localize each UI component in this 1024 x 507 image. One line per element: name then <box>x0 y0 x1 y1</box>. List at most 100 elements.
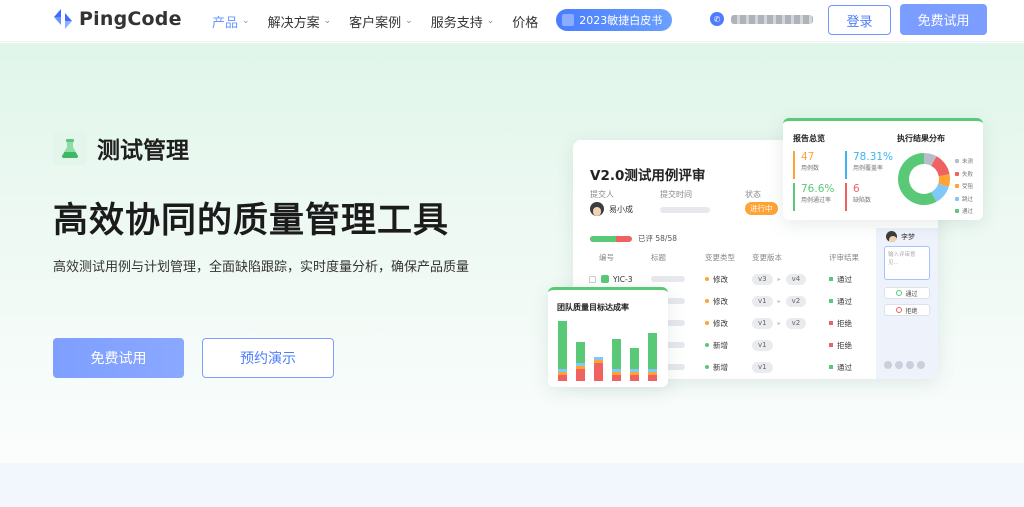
legend-swatch <box>955 196 959 201</box>
menu-item-label: 服务支持 <box>430 15 483 31</box>
toolbar-dot[interactable] <box>917 361 925 369</box>
legend-label: 失败 <box>962 171 974 178</box>
free-trial-button[interactable]: 免费试用 <box>53 338 184 378</box>
distribution-title: 执行结果分布 <box>897 134 945 143</box>
version-pill: v1 <box>752 317 773 329</box>
approve-label: 通过 <box>905 290 918 298</box>
row-change-type: 修改 <box>705 273 728 285</box>
login-button[interactable]: 登录 <box>828 5 891 35</box>
menu-item-2[interactable]: 客户案例 ⌄ <box>349 12 413 31</box>
reject-label: 拒绝 <box>905 307 918 315</box>
row-title <box>651 273 685 285</box>
change-type-text: 修改 <box>713 318 728 328</box>
flask-icon <box>53 131 87 165</box>
row-checkbox[interactable] <box>589 275 596 283</box>
submitter-label: 提交人 <box>590 190 614 199</box>
submit-time-placeholder <box>660 207 710 213</box>
legend-item: 失败 <box>955 168 973 181</box>
row-result: 通过 <box>829 361 852 373</box>
menu-item-3[interactable]: 服务支持 ⌄ <box>431 12 495 31</box>
result-text: 拒绝 <box>837 340 852 350</box>
row-versions: v1 ▸ v2 <box>752 317 807 329</box>
version-pill: v1 <box>752 339 773 351</box>
change-type-text: 修改 <box>713 274 728 284</box>
version-pill: v1 <box>752 361 773 373</box>
quality-bar <box>576 342 585 381</box>
document-icon <box>562 14 575 26</box>
change-dot <box>705 343 709 347</box>
legend-swatch <box>955 159 959 164</box>
stat-value: 6 <box>853 183 860 195</box>
change-dot <box>705 321 709 325</box>
product-name: 测试管理 <box>97 138 189 164</box>
review-progress: 已评 58/58 <box>590 233 677 244</box>
approve-button[interactable]: 通过 <box>884 287 930 299</box>
bar-segment <box>648 333 657 369</box>
menu-item-4[interactable]: 价格 <box>512 12 538 31</box>
review-side-panel: 李梦 输入评审意见... 通过 拒绝 <box>876 228 938 379</box>
pingcode-logo[interactable]: PingCode <box>52 8 182 30</box>
legend-item: 跳过 <box>955 193 973 206</box>
status-label: 状态 <box>745 190 761 199</box>
change-type-text: 新增 <box>713 340 728 350</box>
row-versions: v1 ▸ v2 <box>752 295 807 307</box>
legend-item: 通过 <box>955 205 973 218</box>
stat-label: 用例通过率 <box>801 197 832 204</box>
result-marker <box>829 365 833 369</box>
test-case-icon <box>601 275 609 283</box>
bar-segment <box>612 339 621 369</box>
result-text: 拒绝 <box>837 318 852 328</box>
change-type-text: 修改 <box>713 296 728 306</box>
bar-segment <box>558 375 567 381</box>
reviewer-avatar <box>886 231 897 242</box>
book-demo-button[interactable]: 预约演示 <box>202 338 334 378</box>
stat-value: 78.31% <box>853 151 894 163</box>
review-comment-input[interactable]: 输入评审意见... <box>884 246 930 280</box>
submit-time-label: 提交时间 <box>660 190 692 199</box>
toolbar-dot[interactable] <box>884 361 892 369</box>
result-marker <box>829 343 833 347</box>
bar-segment <box>630 375 639 381</box>
quality-bar <box>648 333 657 381</box>
chevron-down-icon: ⌄ <box>242 16 250 26</box>
result-text: 通过 <box>837 296 852 306</box>
nav-free-trial-button[interactable]: 免费试用 <box>900 4 987 35</box>
row-result: 通过 <box>829 295 852 307</box>
phone-icon: ✆ <box>710 12 724 26</box>
menu-item-0[interactable]: 产品 ⌄ <box>212 12 250 31</box>
submitter-name: 易小成 <box>609 204 633 214</box>
column-header: 编号 <box>599 253 614 262</box>
whitepaper-badge[interactable]: 2023敏捷白皮书 <box>556 9 673 31</box>
review-title: V2.0测试用例评审 <box>590 168 706 184</box>
quality-bar <box>594 357 603 381</box>
menu-item-1[interactable]: 解决方案 ⌄ <box>268 12 332 31</box>
arrow-right-icon: ▸ <box>777 275 781 283</box>
row-result: 拒绝 <box>829 317 852 329</box>
hero-headline: 高效协同的质量管理工具 <box>53 201 450 241</box>
contact-phone[interactable]: ✆ redacted <box>710 12 813 26</box>
whitepaper-label: 2023敏捷白皮书 <box>579 14 663 27</box>
change-type-text: 新增 <box>713 362 728 372</box>
submitter: 易小成 <box>590 202 633 216</box>
arrow-right-icon: ▸ <box>777 297 781 305</box>
reject-button[interactable]: 拒绝 <box>884 304 930 316</box>
version-pill: v2 <box>785 317 807 329</box>
bar-segment <box>594 363 603 381</box>
chevron-down-icon: ⌄ <box>323 16 332 26</box>
change-dot <box>705 365 709 369</box>
stat-tile: 6 缺陷数 <box>845 183 891 211</box>
toolbar-dot[interactable] <box>895 361 903 369</box>
chevron-down-icon: ⌄ <box>405 16 413 26</box>
row-change-type: 新增 <box>705 361 728 373</box>
menu-item-label: 价格 <box>512 15 539 31</box>
version-pill: v1 <box>752 295 773 307</box>
menu-item-label: 产品 <box>212 15 239 31</box>
version-pill: v3 <box>752 273 773 285</box>
report-title: 报告总览 <box>793 134 825 143</box>
toolbar-dot[interactable] <box>906 361 914 369</box>
check-circle-icon <box>896 290 903 296</box>
phone-number-blurred: redacted <box>731 14 813 24</box>
menu-item-label: 客户案例 <box>349 15 402 31</box>
legend-swatch <box>955 184 959 189</box>
quality-bar <box>612 339 621 381</box>
